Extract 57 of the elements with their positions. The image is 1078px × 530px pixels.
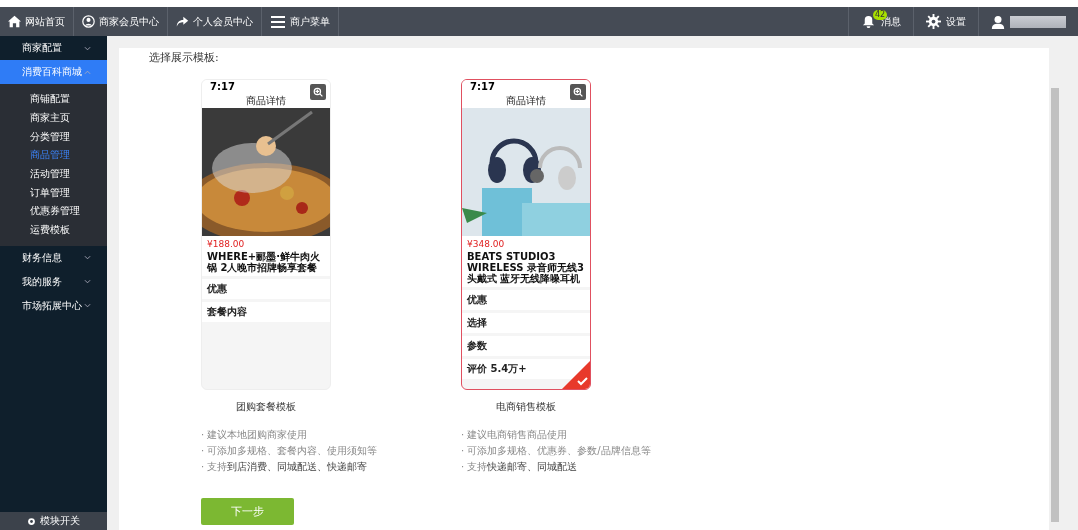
sidebar-item[interactable]: 商品管理 [0, 146, 107, 165]
person-icon [991, 14, 1005, 29]
zoom-in-icon[interactable] [310, 84, 326, 100]
template-note: · 支持快递邮寄、同城配送 [461, 460, 579, 474]
preview-price: ¥188.00 [207, 239, 246, 249]
sidebar-item[interactable]: 订单管理 [0, 183, 107, 203]
preview-section-label: 优惠 [202, 279, 330, 299]
redacted-name [1010, 15, 1066, 28]
status-time: 7:17 [470, 81, 495, 93]
template-name: 电商销售模板 [495, 400, 557, 414]
preview-section-label: 优惠 [462, 290, 590, 310]
preview-section-label: 套餐内容 [202, 302, 330, 322]
sidebar-item[interactable]: 运费模板 [0, 220, 107, 240]
chevron-icon [84, 255, 91, 260]
sidebar-group[interactable]: 市场拓展中心 [0, 293, 107, 318]
template-preview[interactable]: 7:17 商品详情 ¥348.00 BEATS STUDIO3 WIRELESS 录音师无线3 头戴式 蓝牙无线降噪耳机 优惠 选择 参数 评价 5.4万+ [461, 79, 591, 390]
template-note: · 可添加多规格、套餐内容、使用须知等 [201, 444, 379, 458]
preview-section-label: 评价 5.4万+ [462, 359, 590, 379]
section-heading: 选择展示模板: [149, 50, 220, 65]
sidebar-item[interactable]: 优惠券管理 [0, 202, 107, 221]
bell-icon [861, 14, 876, 29]
preview-product-name: BEATS STUDIO3 WIRELESS 录音师无线3 头戴式 蓝牙无线降噪耳机 [467, 251, 585, 284]
menu-icon [270, 13, 286, 30]
preview-product-name: WHERE+郦墨·鲜牛肉火锅 2人晚市招牌畅享套餐 [207, 251, 321, 273]
settings-icon [27, 516, 36, 526]
home-icon [8, 15, 21, 28]
chevron-icon [84, 45, 91, 51]
template-name: 团购套餐模板 [235, 400, 297, 414]
preview-price: ¥348.00 [467, 239, 506, 249]
sidebar-group[interactable]: 消费百科商城 [0, 60, 107, 84]
template-note: · 可添加多规格、优惠券、参数/品牌信息等 [461, 444, 652, 458]
template-note: · 建议本地团购商家使用 [201, 428, 309, 442]
status-time: 7:17 [210, 81, 235, 93]
preview-title: 商品详情 [506, 93, 546, 108]
selected-corner [562, 361, 590, 389]
sidebar-group[interactable]: 商家配置 [0, 36, 107, 60]
preview-section-label: 参数 [462, 336, 590, 356]
sidebar-item[interactable]: 分类管理 [0, 127, 107, 147]
module-switch-button[interactable]: 模块开关 [0, 512, 107, 530]
share-icon [176, 15, 189, 28]
template-preview[interactable]: 7:17 商品详情 ¥188.00 WHERE+郦墨·鲜牛肉火锅 2人晚市招牌畅享套餐 优惠 套餐内容 [201, 79, 331, 390]
sidebar-group[interactable]: 财务信息 [0, 245, 107, 270]
check-icon [577, 377, 588, 386]
template-note: · 建议电商销售商品使用 [461, 428, 569, 442]
chevron-icon [84, 69, 91, 75]
settings-icon [926, 14, 941, 29]
template-note: · 支持到店消费、同城配送、快递邮寄 [201, 460, 369, 474]
preview-title: 商品详情 [246, 93, 286, 108]
preview-section-label: 选择 [462, 313, 590, 333]
sidebar-group[interactable]: 我的服务 [0, 269, 107, 294]
user-icon [82, 15, 95, 28]
chevron-icon [84, 279, 91, 284]
chevron-icon [84, 303, 91, 308]
sidebar-item[interactable]: 商铺配置 [0, 90, 107, 109]
sidebar-item[interactable]: 商家主页 [0, 108, 107, 128]
zoom-in-icon[interactable] [570, 84, 586, 100]
sidebar-item[interactable]: 活动管理 [0, 164, 107, 184]
